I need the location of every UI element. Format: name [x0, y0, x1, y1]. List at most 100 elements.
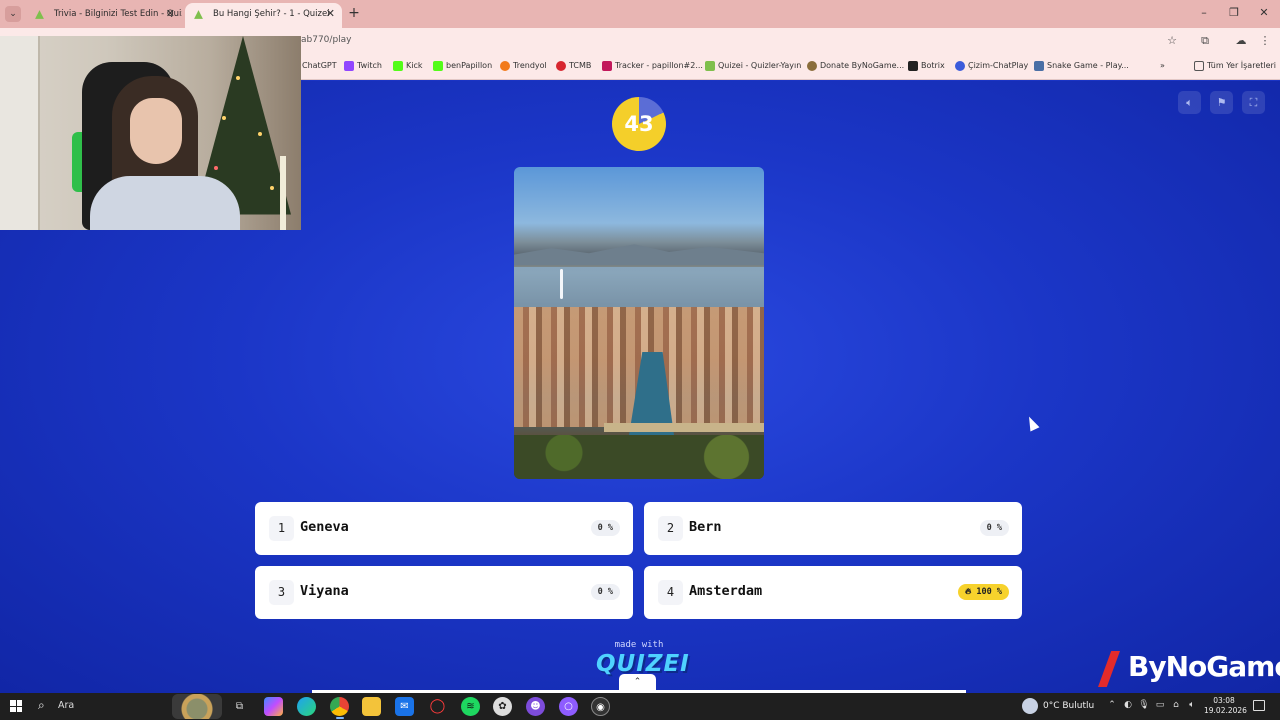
tab-close-icon[interactable]: ✕ — [166, 3, 175, 25]
answer-percent: 100 % — [976, 587, 1002, 597]
webcam-streamer-sweater — [90, 176, 240, 230]
clock-time: 03:08 — [1213, 696, 1235, 705]
browser-tab-quiz[interactable]: Bu Hangi Şehir? - 1 - Quizei ✕ — [185, 3, 342, 28]
windows-taskbar: ⌕ Ara ⧉ ✉ ◯ ≋ ✿ ☻ ○ ◉ 0°C Bulutlu ⌃ ◐ 🎙︎… — [0, 693, 1280, 720]
notification-icon[interactable] — [1253, 700, 1265, 711]
bookmark-label: Snake Game - Play... — [1047, 61, 1129, 70]
tab-close-icon[interactable]: ✕ — [326, 3, 335, 25]
task-view-icon[interactable]: ⧉ — [230, 697, 249, 716]
microphone-icon[interactable]: 🎙︎ — [1138, 700, 1150, 710]
weather-text[interactable]: 0°C Bulutlu — [1043, 701, 1094, 711]
extensions-icon[interactable]: ⧉ — [1198, 34, 1212, 48]
photo-mountains — [514, 244, 764, 265]
search-icon[interactable]: ⌕ — [38, 698, 45, 713]
bookmark-label: Trendyol — [513, 61, 547, 70]
tab-title: Trivia - Bilginizi Test Edin - Quizei — [54, 9, 182, 19]
new-tab-button[interactable]: + — [347, 5, 361, 21]
bookmark-tracker[interactable]: Tracker - papillon#2... — [602, 61, 703, 71]
report-flag-icon[interactable]: ⚑ — [1210, 91, 1233, 114]
system-clock[interactable]: 03:08 19.02.2026 — [1204, 696, 1247, 716]
menu-icon[interactable]: ⋮ — [1258, 34, 1272, 48]
answer-label: Amsterdam — [689, 583, 763, 599]
copilot-icon[interactable] — [264, 697, 283, 716]
url-field[interactable]: ab770/play — [301, 35, 352, 45]
bynogame-wordmark: ByNoGame — [1128, 650, 1280, 683]
quizei-favicon-icon — [194, 10, 203, 19]
sound-icon[interactable]: 🔈︎ — [1178, 91, 1201, 114]
search-highlight-image[interactable] — [172, 694, 222, 719]
bookmark-label: Çizim-ChatPlay — [968, 61, 1029, 70]
tree-light — [270, 186, 274, 190]
discord-icon[interactable]: ☻ — [526, 697, 545, 716]
tracker-icon — [602, 61, 612, 71]
bookmark-kick[interactable]: Kick — [393, 61, 423, 71]
tray-app-icon[interactable]: ◐ — [1122, 700, 1134, 710]
file-explorer-icon[interactable] — [362, 697, 381, 716]
restore-icon[interactable]: ❐ — [1227, 6, 1241, 19]
bookmark-label: Donate ByNoGame... — [820, 61, 905, 70]
windows-start-icon[interactable] — [10, 700, 22, 712]
bookmark-twitch[interactable]: Twitch — [344, 61, 382, 71]
spotify-icon[interactable]: ≋ — [461, 697, 480, 716]
answer-option-4[interactable]: 4 Amsterdam 🔥︎ 100 % — [644, 566, 1022, 619]
answer-number: 1 — [269, 516, 294, 541]
bookmark-botrix[interactable]: Botrix — [908, 61, 945, 71]
answer-option-3[interactable]: 3 Viyana 0 % — [255, 566, 633, 619]
bookmark-label: Tracker - papillon#2... — [615, 61, 703, 70]
bookmark-snake[interactable]: Snake Game - Play... — [1034, 61, 1129, 71]
webcam-streamer-face — [130, 98, 182, 164]
answer-option-1[interactable]: 1 Geneva 0 % — [255, 502, 633, 555]
snake-icon — [1034, 61, 1044, 71]
mail-icon[interactable]: ✉ — [395, 697, 414, 716]
more-bookmarks-icon[interactable]: » — [1160, 61, 1165, 70]
bynogame-mark-icon — [1098, 651, 1120, 687]
display-icon[interactable]: ▭ — [1154, 700, 1166, 710]
browser-tab-bar: ⌄ Trivia - Bilginizi Test Edin - Quizei … — [0, 0, 1280, 28]
browser-tab-trivia[interactable]: Trivia - Bilginizi Test Edin - Quizei ✕ — [26, 3, 182, 28]
chrome-icon[interactable] — [330, 697, 349, 719]
answer-number: 4 — [658, 580, 683, 605]
webcam-door — [0, 36, 40, 230]
bookmark-quizei[interactable]: Quizei - Quizler-Yayın — [705, 61, 802, 71]
app-circle-icon[interactable]: ○ — [559, 697, 578, 716]
bookmark-trendyol[interactable]: Trendyol — [500, 61, 547, 71]
weather-cloud-icon[interactable] — [1022, 698, 1038, 714]
bookmark-label: Quizei - Quizler-Yayın — [718, 61, 802, 70]
bookmark-label: Botrix — [921, 61, 945, 70]
quizei-icon — [705, 61, 715, 71]
minimize-icon[interactable]: – — [1197, 6, 1211, 19]
folder-icon — [1194, 61, 1204, 71]
tab-search-button[interactable]: ⌄ — [5, 6, 21, 22]
twitch-icon — [344, 61, 354, 71]
obs-icon[interactable]: ◉ — [591, 697, 610, 716]
answer-option-2[interactable]: 2 Bern 0 % — [644, 502, 1022, 555]
close-window-icon[interactable]: ✕ — [1257, 6, 1271, 19]
webcam-lamp — [280, 156, 286, 230]
made-with-label: made with — [614, 640, 664, 650]
volume-icon[interactable]: 🔈︎ — [1186, 700, 1198, 710]
expand-drawer-chevron-icon[interactable]: ⌃ — [619, 674, 656, 690]
bynogame-logo: ByNoGame — [1094, 649, 1280, 689]
tray-overflow-icon[interactable]: ⌃ — [1106, 700, 1118, 710]
countdown-timer: 43 — [612, 97, 666, 151]
photo-water-jet — [560, 269, 563, 299]
opera-icon[interactable]: ◯ — [428, 697, 447, 716]
answer-number: 3 — [269, 580, 294, 605]
network-icon[interactable]: ⌂ — [1170, 700, 1182, 710]
photo-bridge — [604, 423, 764, 432]
taskbar-search-input[interactable]: Ara — [58, 700, 74, 711]
bookmark-star-icon[interactable]: ☆ — [1165, 34, 1179, 48]
bookmark-tcmb[interactable]: TCMB — [556, 61, 591, 71]
answer-percent: 0 % — [979, 520, 1009, 536]
fullscreen-icon[interactable]: ⛶ — [1242, 91, 1265, 114]
bookmark-benpapillon[interactable]: benPapillon — [433, 61, 492, 71]
profile-icon[interactable]: ☁ — [1234, 34, 1248, 48]
bookmark-cizim[interactable]: Çizim-ChatPlay — [955, 61, 1029, 71]
all-bookmarks[interactable]: Tüm Yer İşaretleri — [1194, 61, 1276, 71]
tree-light — [222, 116, 226, 120]
chatgpt-icon[interactable]: ✿ — [493, 697, 512, 716]
bookmark-donate[interactable]: Donate ByNoGame... — [807, 61, 905, 71]
edge-icon[interactable] — [297, 697, 316, 716]
answer-label: Geneva — [300, 519, 349, 535]
photo-trees — [514, 435, 764, 479]
